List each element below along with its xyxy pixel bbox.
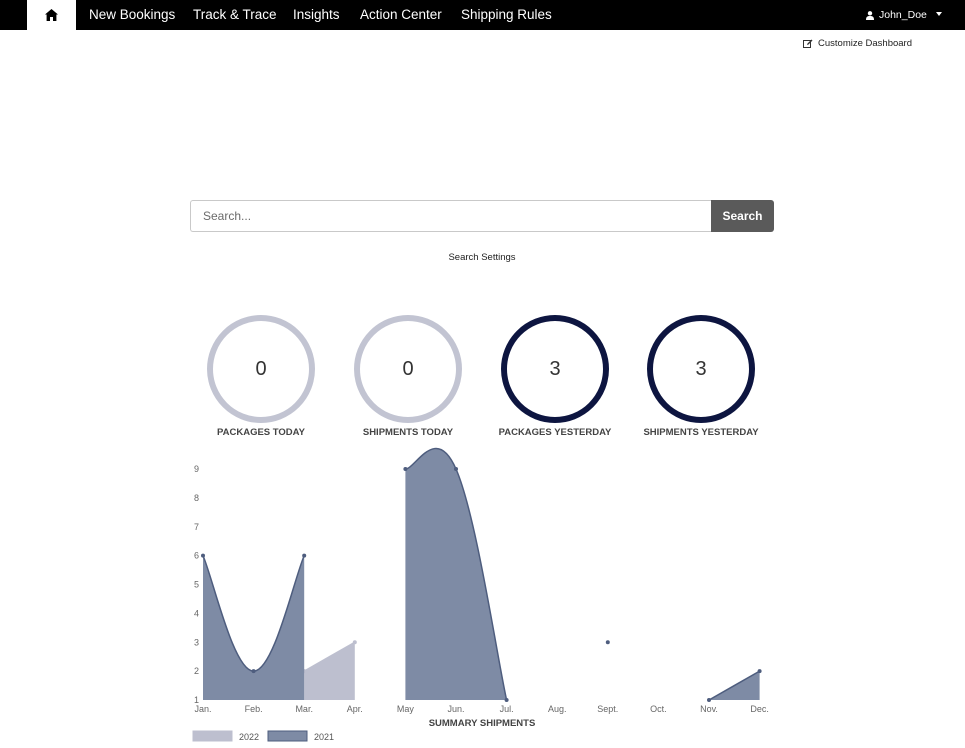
y-tick-label: 9 (194, 464, 199, 474)
y-tick-label: 2 (194, 666, 199, 676)
x-tick-label: May (397, 704, 415, 714)
y-tick-label: 5 (194, 580, 199, 590)
summary-shipments-chart: 123456789Jan. Feb. Mar. Apr. May Jun. Jul. Aug.… (192, 447, 769, 742)
series-2021-point (403, 467, 408, 471)
chart-title: SUMMARY SHIPMENTS (429, 718, 536, 729)
x-tick-label: Jul. (500, 704, 514, 714)
y-tick-label: 8 (194, 493, 199, 503)
x-tick-label: Apr. (347, 704, 363, 714)
x-tick-label: Sept. (597, 704, 618, 714)
series-2021-point (605, 640, 610, 645)
series-2021-point (757, 669, 762, 674)
series-2021-point (201, 553, 205, 558)
legend-swatch-2022 (192, 730, 233, 742)
x-tick-label: Jun. (447, 704, 464, 714)
x-tick-label: Mar. (295, 704, 313, 714)
y-tick-label: 7 (194, 522, 199, 532)
series-2021-point (454, 467, 458, 471)
series-2022-point (352, 640, 357, 645)
x-tick-label: Aug. (548, 704, 567, 714)
x-tick-label: Jan. (194, 704, 211, 714)
series-2021-area (405, 448, 507, 700)
legend-label-2021: 2021 (314, 732, 334, 742)
y-tick-label: 3 (194, 637, 199, 647)
legend-swatch-2021 (267, 730, 308, 742)
x-tick-label: Dec. (750, 704, 769, 714)
series-2021-point (504, 698, 509, 702)
y-tick-label: 6 (194, 551, 199, 561)
series-2022-area (304, 642, 355, 700)
series-2021-point (707, 698, 711, 702)
x-tick-label: Nov. (700, 704, 718, 714)
series-2021-point (302, 553, 307, 558)
x-tick-label: Feb. (245, 704, 263, 714)
series-2021-area (203, 555, 305, 700)
series-2021-point (251, 669, 256, 674)
x-tick-label: Oct. (650, 704, 667, 714)
y-tick-label: 4 (194, 608, 199, 618)
legend-label-2022: 2022 (239, 732, 259, 742)
